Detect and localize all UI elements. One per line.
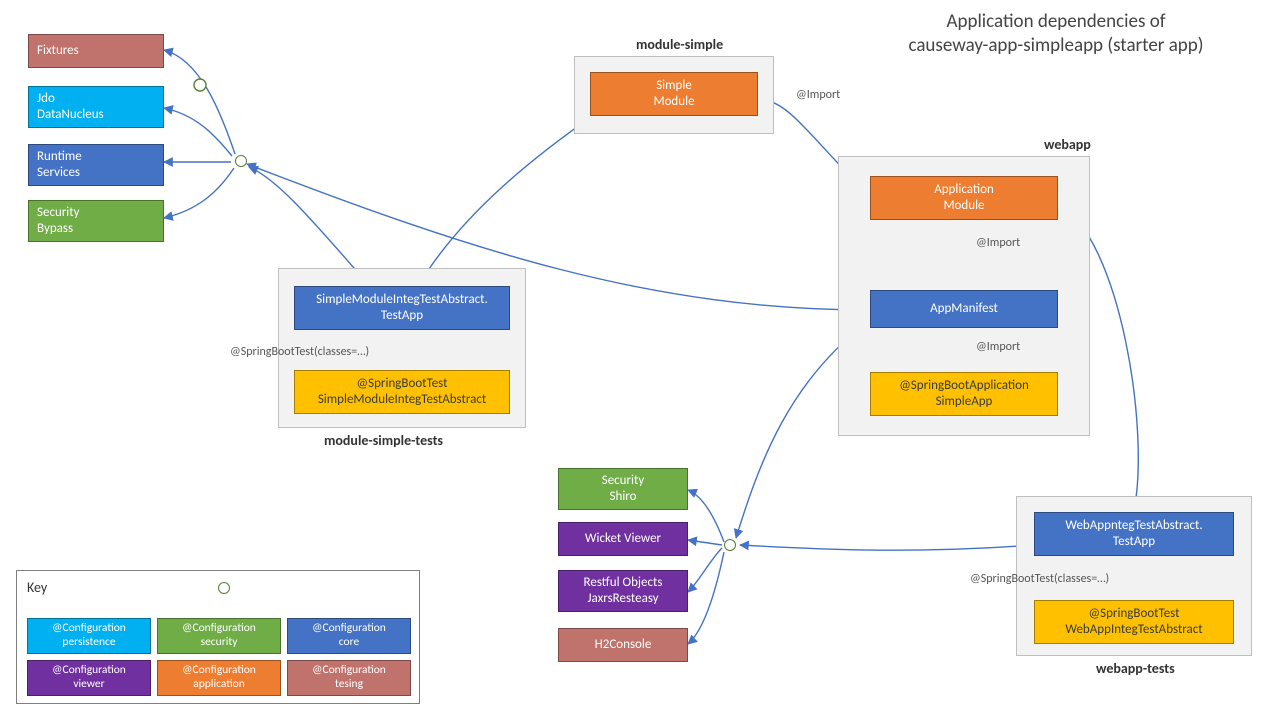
group-label-module-simple-tests: module-simple-tests bbox=[324, 432, 443, 449]
label: Module bbox=[653, 94, 694, 109]
label: DataNucleus bbox=[37, 107, 104, 122]
node-spring-boot-test-simple: @SpringBootTestSimpleModuleIntegTestAbst… bbox=[294, 370, 510, 414]
legend-application: @Configurationapplication bbox=[157, 660, 281, 696]
legend-testing: @Configurationtesing bbox=[287, 660, 411, 696]
junction-left bbox=[235, 155, 247, 167]
node-webapp-integ-test-app: WebAppntegTestAbstract.TestApp bbox=[1034, 512, 1234, 556]
node-h2console: H2Console bbox=[558, 628, 688, 662]
label: Jdo bbox=[37, 91, 55, 106]
node-application-module: ApplicationModule bbox=[870, 176, 1058, 220]
label: Security bbox=[37, 205, 80, 220]
node-spring-boot-application: @SpringBootApplicationSimpleApp bbox=[870, 372, 1058, 416]
label: Module bbox=[943, 198, 984, 213]
label: @SpringBootTest bbox=[357, 376, 448, 391]
label: @SpringBootApplication bbox=[899, 378, 1029, 393]
group-label-module-simple: module-simple bbox=[636, 36, 723, 53]
legend-viewer: @Configurationviewer bbox=[27, 660, 151, 696]
label: Application bbox=[934, 182, 994, 197]
label: Bypass bbox=[37, 221, 73, 236]
label: TestApp bbox=[1113, 534, 1155, 549]
label: SimpleModuleIntegTestAbstract. bbox=[316, 292, 488, 307]
edge-label-import-2: @Import bbox=[976, 340, 1020, 354]
node-wicket-viewer: Wicket Viewer bbox=[558, 522, 688, 556]
node-fixtures: Fixtures bbox=[28, 34, 164, 68]
title-line2: causeway-app-simpleapp (starter app) bbox=[908, 34, 1203, 57]
node-security-shiro: SecurityShiro bbox=[558, 468, 688, 510]
legend-core: @Configurationcore bbox=[287, 618, 411, 654]
edge-label-springboot-classes-2: @SpringBootTest(classes=…) bbox=[970, 572, 1109, 586]
label: JaxrsResteasy bbox=[587, 591, 658, 606]
label: H2Console bbox=[595, 637, 652, 653]
node-simple-module-integ-test-app: SimpleModuleIntegTestAbstract.TestApp bbox=[294, 286, 510, 330]
label: AppManifest bbox=[930, 301, 998, 317]
node-security-bypass: SecurityBypass bbox=[28, 200, 164, 242]
diagram-title: Application dependencies of causeway-app… bbox=[856, 10, 1256, 58]
label: TestApp bbox=[381, 308, 423, 323]
label: @SpringBootTest bbox=[1089, 606, 1180, 621]
node-app-manifest: AppManifest bbox=[870, 290, 1058, 328]
legend-persistence: @Configurationpersistence bbox=[27, 618, 151, 654]
group-label-webapp-tests: webapp-tests bbox=[1096, 660, 1175, 677]
label: Fixtures bbox=[37, 43, 79, 59]
label: WebAppntegTestAbstract. bbox=[1065, 518, 1202, 533]
diagram-canvas: { "title_line1": "Application dependenci… bbox=[0, 0, 1280, 720]
edge-label-springboot-classes-1: @SpringBootTest(classes=…) bbox=[230, 345, 369, 359]
label: Simple bbox=[656, 78, 692, 93]
label: Restful Objects bbox=[584, 575, 663, 590]
node-restful-objects: Restful ObjectsJaxrsResteasy bbox=[558, 570, 688, 612]
label: Services bbox=[37, 165, 80, 180]
label: Security bbox=[602, 473, 645, 488]
label: Shiro bbox=[610, 489, 637, 504]
title-line1: Application dependencies of bbox=[946, 10, 1165, 33]
group-label-webapp: webapp bbox=[1044, 136, 1091, 153]
label: SimpleModuleIntegTestAbstract bbox=[318, 392, 486, 407]
label: SimpleApp bbox=[936, 394, 993, 409]
node-spring-boot-test-webapp: @SpringBootTestWebAppIntegTestAbstract bbox=[1034, 600, 1234, 644]
label: WebAppIntegTestAbstract bbox=[1065, 622, 1202, 637]
legend-junction-icon-abs bbox=[218, 582, 230, 594]
label: Runtime bbox=[37, 149, 82, 164]
node-jdo-datanucleus: JdoDataNucleus bbox=[28, 86, 164, 128]
node-simple-module: SimpleModule bbox=[590, 72, 758, 116]
legend-grid: @Configurationpersistence @Configuration… bbox=[27, 618, 409, 696]
node-runtime-services: RuntimeServices bbox=[28, 144, 164, 186]
edge-label-import-3: @Import bbox=[796, 88, 840, 102]
label: Wicket Viewer bbox=[585, 531, 661, 547]
legend-security: @Configurationsecurity bbox=[157, 618, 281, 654]
edge-label-import-1: @Import bbox=[976, 236, 1020, 250]
junction-right bbox=[724, 539, 736, 551]
